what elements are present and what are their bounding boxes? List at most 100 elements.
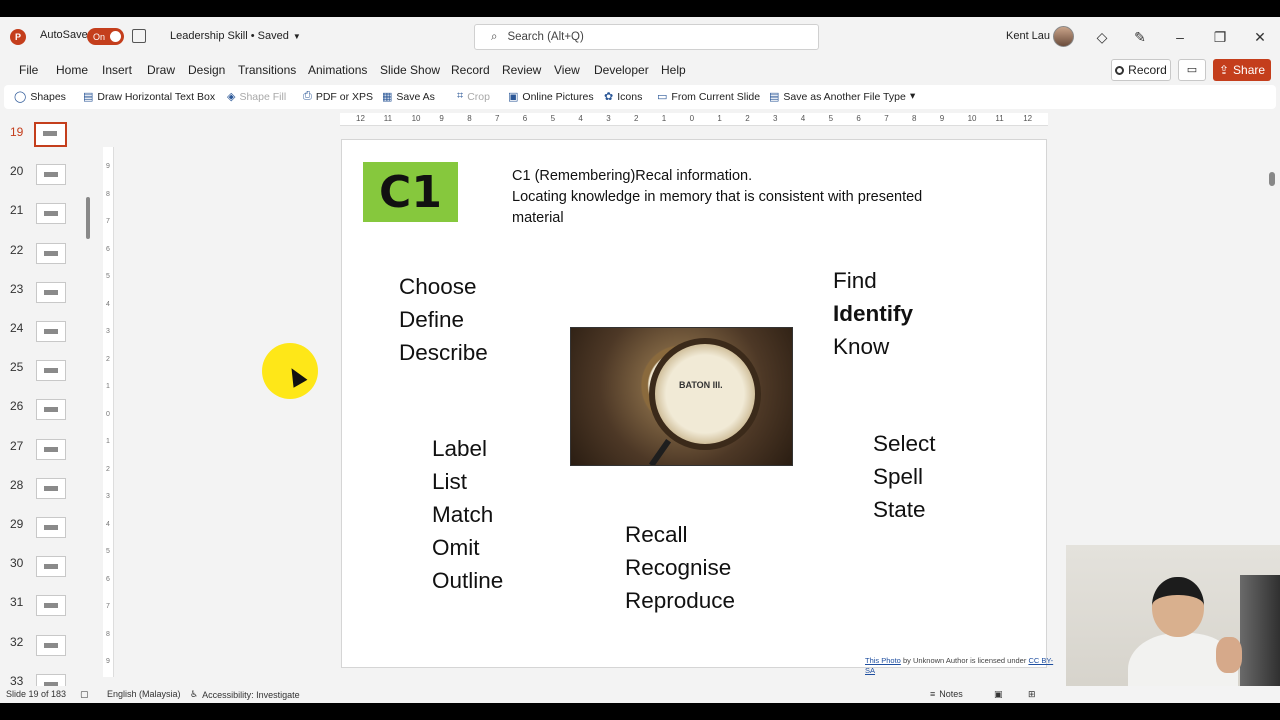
verb-label: Label xyxy=(432,436,488,461)
tab-home[interactable]: Home xyxy=(56,63,88,77)
comments-button[interactable]: ▭ xyxy=(1178,59,1206,81)
verb-spell: Spell xyxy=(873,464,924,489)
slide-thumbnail-26[interactable]: 26 xyxy=(0,399,100,438)
presenter-head xyxy=(1152,577,1204,637)
slide-thumbnail-22[interactable]: 22 xyxy=(0,242,100,282)
tab-slide-show[interactable]: Slide Show xyxy=(380,63,440,77)
diamond-icon[interactable]: ◇ xyxy=(1092,27,1112,47)
thumbnail-content xyxy=(44,172,58,178)
thumbnail-preview xyxy=(36,164,66,186)
notes-check-icon[interactable]: ▢ xyxy=(80,689,89,700)
ruler-tick: 2 xyxy=(634,114,639,123)
tab-transitions[interactable]: Transitions xyxy=(238,63,296,77)
save-icon[interactable] xyxy=(132,29,146,43)
autosave-toggle[interactable]: On xyxy=(87,28,124,45)
record-button[interactable]: Record xyxy=(1111,59,1171,81)
verb-select: Select xyxy=(873,431,936,456)
toolbar-shape-fill[interactable]: ◈ Shape Fill xyxy=(227,90,286,104)
magnifying-glass-photo[interactable]: BATON III. xyxy=(570,327,793,466)
canvas-scrollbar[interactable] xyxy=(1269,172,1275,186)
share-button[interactable]: ⇪ Share xyxy=(1213,59,1271,81)
tab-animations[interactable]: Animations xyxy=(308,63,367,77)
language-status[interactable]: English (Malaysia) xyxy=(107,689,181,699)
tab-insert[interactable]: Insert xyxy=(102,63,132,77)
avatar[interactable] xyxy=(1053,26,1074,47)
tab-draw[interactable]: Draw xyxy=(147,63,175,77)
quick-access-toolbar: ◯ Shapes ▤ Draw Horizontal Text Box ◈ Shape F… xyxy=(4,85,1276,109)
slide-thumbnail-24[interactable]: 24 xyxy=(0,321,100,360)
minimize-icon[interactable]: – xyxy=(1170,27,1190,47)
thumbnail-preview xyxy=(36,517,66,538)
slide-thumbnail-27[interactable]: 27 xyxy=(0,438,100,478)
tab-help[interactable]: Help xyxy=(661,63,686,77)
toolbar-online-pictures[interactable]: ▣ Online Pictures xyxy=(508,90,594,104)
thumbnail-preview xyxy=(36,556,66,578)
word-group-top-left[interactable]: Choose Define Describe xyxy=(399,270,488,369)
toolbar-draw-horizontal-text-box[interactable]: ▤ Draw Horizontal Text Box xyxy=(83,90,215,104)
ruler-tick: 11 xyxy=(995,114,1004,123)
document-title-text: Leadership Skill • Saved xyxy=(170,30,289,42)
notes-button[interactable]: ≡ Notes xyxy=(930,689,963,699)
thumbnail-number: 22 xyxy=(10,242,24,257)
toolbar-save-as-another-file-type[interactable]: ▤ Save as Another File Type xyxy=(769,90,906,104)
word-group-bottom-center[interactable]: Recall Recognise Reproduce xyxy=(625,518,735,617)
close-icon[interactable]: ✕ xyxy=(1250,27,1270,47)
toolbar-from-current-slide[interactable]: ▭ From Current Slide xyxy=(657,90,760,104)
thumbnail-number: 20 xyxy=(10,164,24,179)
slide-thumbnail-28[interactable]: 28 xyxy=(0,477,100,517)
thumbnail-content xyxy=(44,642,58,648)
tab-view[interactable]: View xyxy=(554,63,580,77)
tab-review[interactable]: Review xyxy=(502,63,541,77)
ruler-tick: 12 xyxy=(1023,114,1033,123)
ruler-tick: 5 xyxy=(106,273,110,280)
ruler-tick: 9 xyxy=(106,163,110,170)
ruler-tick: 7 xyxy=(495,114,500,123)
thumbnail-number: 24 xyxy=(10,321,24,335)
ruler-tick: 8 xyxy=(467,114,472,123)
pen-icon[interactable]: ✎ xyxy=(1130,27,1150,47)
ruler-tick: 7 xyxy=(106,603,110,610)
tab-developer[interactable]: Developer xyxy=(594,63,649,77)
ruler-tick: 8 xyxy=(912,114,917,123)
slide-canvas[interactable]: C1 C1 (Remembering)Recal information. Lo… xyxy=(341,139,1053,675)
restore-icon[interactable]: ❐ xyxy=(1210,27,1230,47)
tab-file[interactable]: File xyxy=(19,63,38,77)
thumbnail-content xyxy=(44,446,58,452)
toolbar-pdf-or-xps[interactable]: ⎙ PDF or XPS xyxy=(303,90,373,103)
accessibility-status[interactable]: ♿ Accessibility: Investigate xyxy=(190,689,300,700)
slide-sorter-icon[interactable]: ⊞ xyxy=(1028,689,1036,700)
word-group-bottom-left[interactable]: Label List Match Omit Outline xyxy=(432,432,503,597)
photo-attribution: This Photo by Unknown Author is licensed… xyxy=(865,656,1055,676)
word-group-top-right[interactable]: Find Identify Know xyxy=(833,264,913,363)
user-name[interactable]: Kent Lau xyxy=(1006,30,1050,42)
attribution-photo-link[interactable]: This Photo xyxy=(865,656,901,665)
slide-thumbnail-30[interactable]: 30 xyxy=(0,556,100,595)
toolbar-shapes[interactable]: ◯ Shapes xyxy=(14,90,66,104)
ruler-tick: 12 xyxy=(356,114,365,123)
toolbar-save-as[interactable]: ▦ Save As xyxy=(382,90,435,104)
slide-thumbnail-23[interactable]: 23 xyxy=(0,281,100,321)
word-group-bottom-right[interactable]: Select Spell State xyxy=(873,427,936,526)
slide-thumbnail-31[interactable]: 31 xyxy=(0,595,100,634)
slide-counter: Slide 19 of 183 xyxy=(6,689,67,699)
c1-badge[interactable]: C1 xyxy=(363,162,458,222)
toolbar-more-icon[interactable]: ▾ xyxy=(910,90,915,102)
slide-thumbnail-21[interactable]: 21 xyxy=(0,203,100,242)
tab-design[interactable]: Design xyxy=(188,63,225,77)
slide-thumbnail-32[interactable]: 32 xyxy=(0,634,100,674)
thumbnail-content xyxy=(44,564,58,570)
toolbar-crop[interactable]: ⌗ Crop xyxy=(457,90,490,103)
document-title[interactable]: Leadership Skill • Saved ▼ xyxy=(170,30,301,42)
slide-thumbnail-25[interactable]: 25 xyxy=(0,360,100,399)
slide-thumbnail-19[interactable]: 19 xyxy=(0,122,100,164)
slide-thumbnail-29[interactable]: 29 xyxy=(0,517,100,556)
ruler-tick: 6 xyxy=(106,245,110,253)
slide-thumbnail-20[interactable]: 20 xyxy=(0,164,100,203)
notes-label: Notes xyxy=(939,689,963,699)
thumbnail-content xyxy=(44,250,58,256)
slide-heading[interactable]: C1 (Remembering)Recal information. Locat… xyxy=(512,166,932,229)
tab-record[interactable]: Record xyxy=(451,63,490,77)
toolbar-icons[interactable]: ✿ Icons xyxy=(604,90,642,104)
normal-view-icon[interactable]: ▣ xyxy=(994,689,1003,700)
search-box[interactable]: ⌕ Search (Alt+Q) xyxy=(474,24,819,50)
